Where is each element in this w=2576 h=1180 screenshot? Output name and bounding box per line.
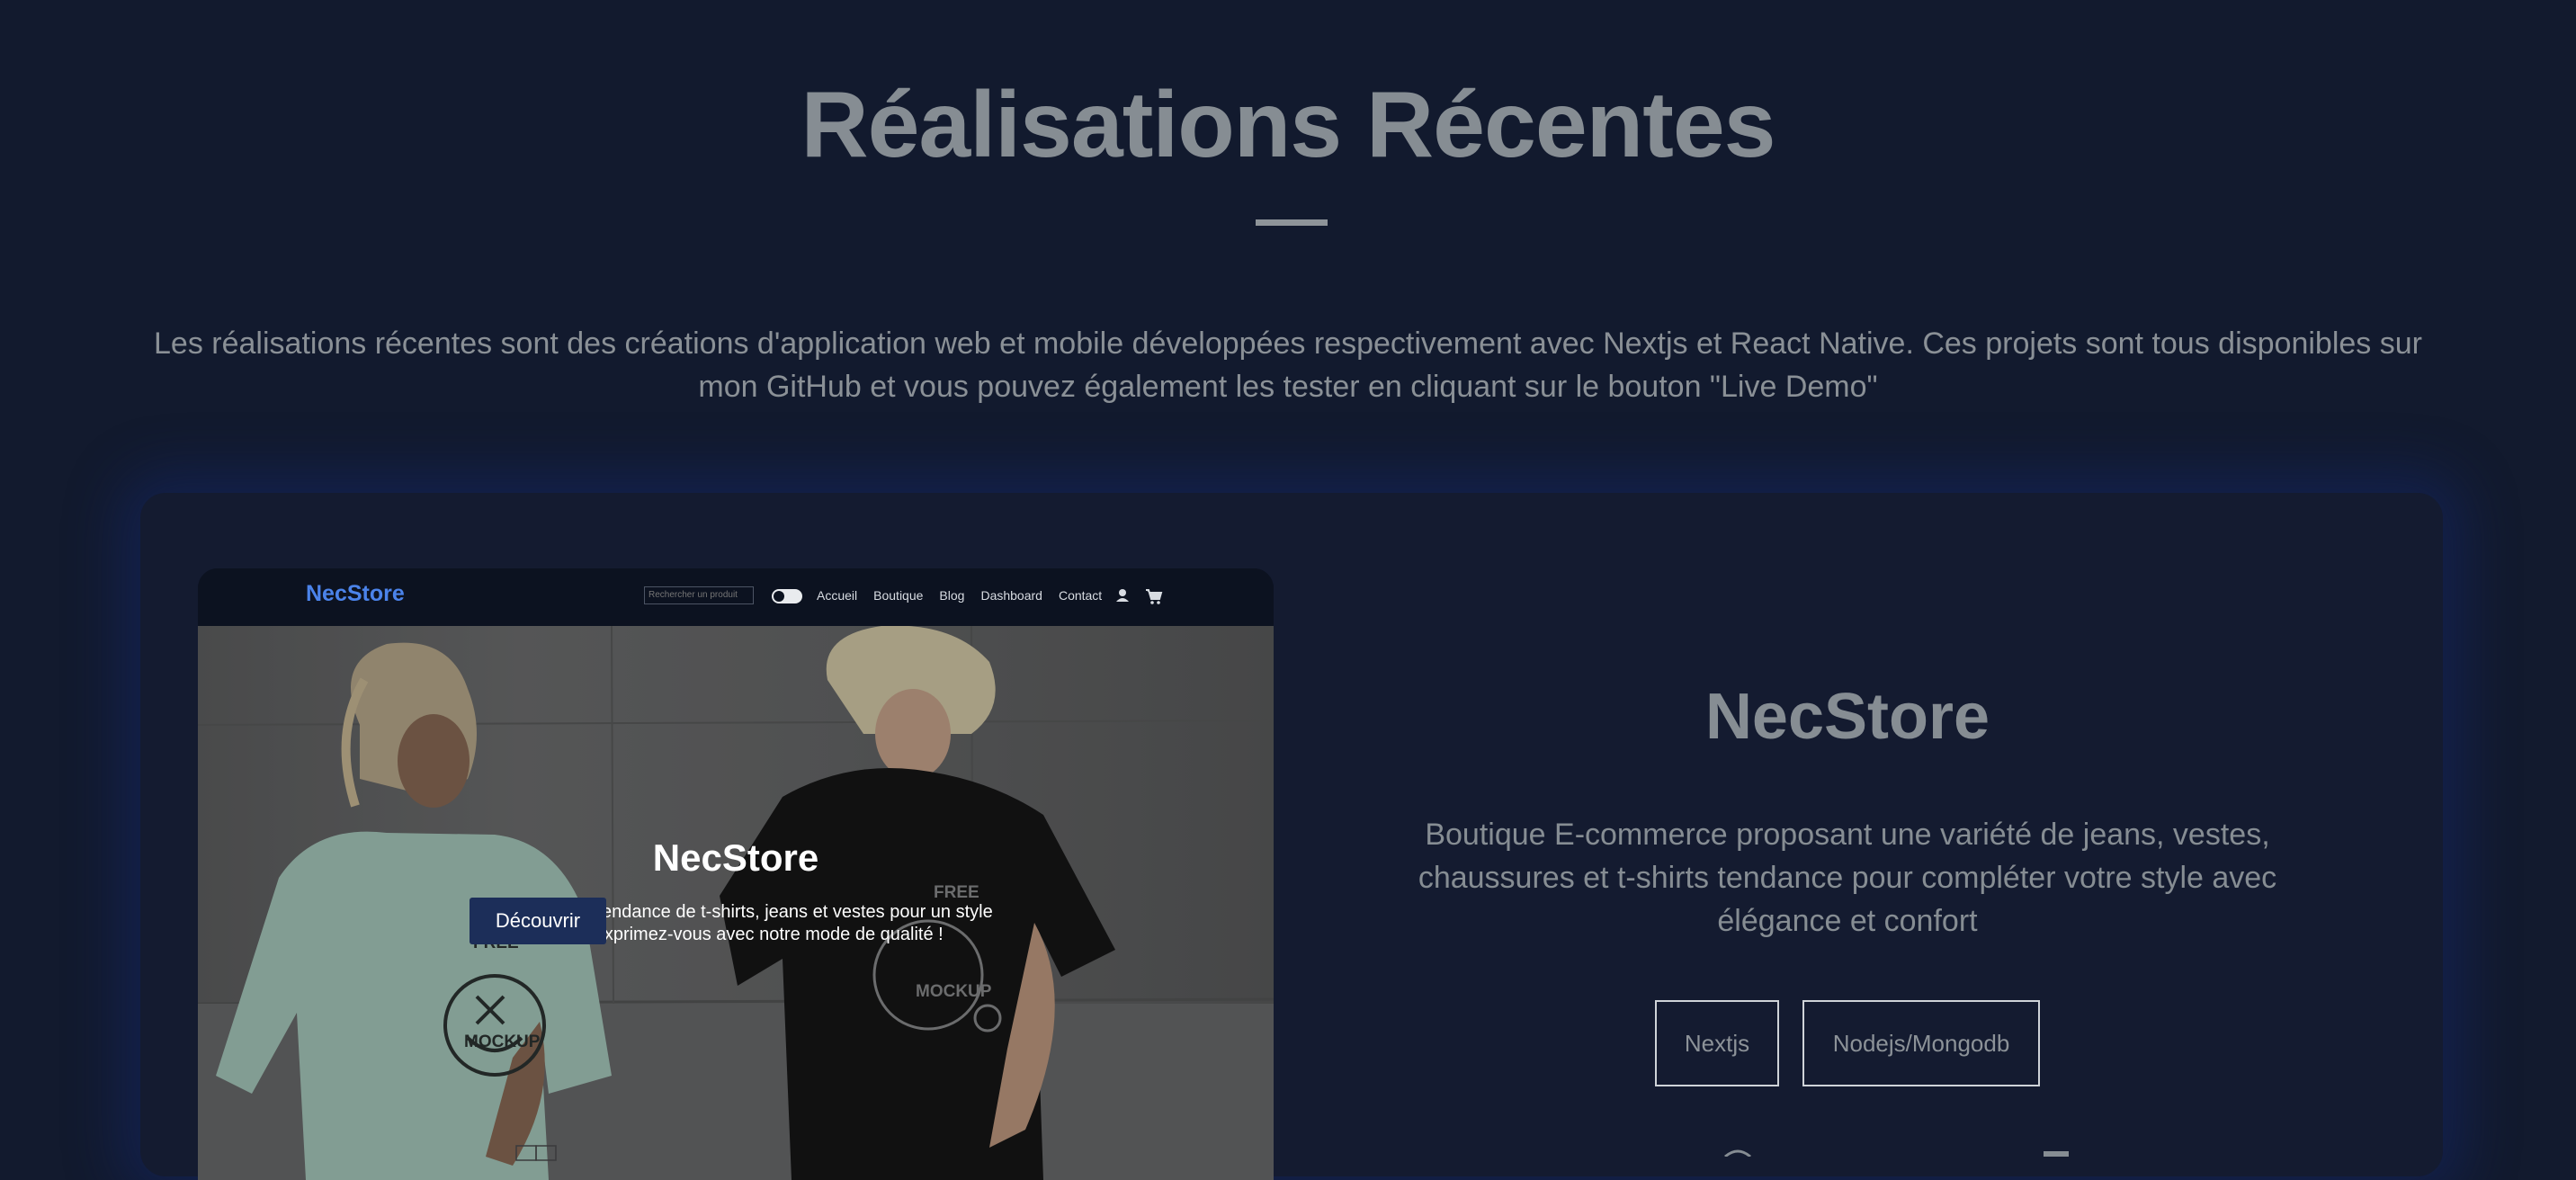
user-icon[interactable] [1114, 586, 1131, 606]
hero-title: NecStore [652, 836, 819, 879]
preview-search-input[interactable] [644, 586, 754, 604]
tech-tag-nextjs: Nextjs [1655, 1000, 1779, 1086]
preview-nav-link-blog[interactable]: Blog [939, 588, 964, 603]
tech-tag-nodejs-mongodb: Nodejs/Mongodb [1802, 1000, 2040, 1086]
carousel-indicators[interactable] [498, 1144, 579, 1162]
theme-toggle[interactable] [772, 589, 802, 603]
preview-nav-links: Accueil Boutique Blog Dashboard Contact [817, 588, 1102, 603]
project-description: Boutique E-commerce proposant une variét… [1418, 818, 2277, 938]
discover-button[interactable]: Découvrir [470, 898, 606, 944]
cart-icon[interactable] [1144, 586, 1164, 606]
title-underline [1256, 219, 1328, 226]
preview-hero: FREE MOCKUP FREE MOCKUP NecStore Une col… [198, 626, 1274, 1180]
project-preview[interactable]: NecStore Accueil Boutique Blog Dashboard… [198, 568, 1274, 1180]
section-intro: Les réalisations récentes sont des créat… [154, 326, 2422, 404]
github-icon[interactable] [1720, 1148, 1756, 1157]
preview-logo: NecStore [306, 581, 405, 606]
preview-nav-link-dashboard[interactable]: Dashboard [980, 588, 1042, 603]
preview-navbar: NecStore Accueil Boutique Blog Dashboard… [198, 568, 1274, 626]
section-title: Réalisations Récentes [801, 73, 1775, 177]
project-title: NecStore [1704, 681, 1990, 753]
preview-nav-link-accueil[interactable]: Accueil [817, 588, 857, 603]
live-demo-icon[interactable] [2038, 1148, 2074, 1157]
preview-nav-link-boutique[interactable]: Boutique [873, 588, 923, 603]
preview-nav-link-contact[interactable]: Contact [1059, 588, 1102, 603]
